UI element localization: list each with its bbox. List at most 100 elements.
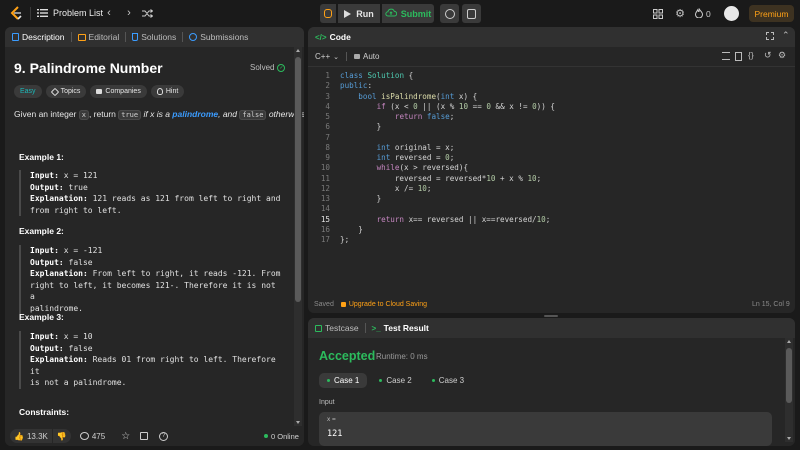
hint-label: Hint [165,88,179,95]
description-scrollbar[interactable] [294,47,302,426]
statement-text-4: , and [218,109,240,119]
upgrade-label: Upgrade to Cloud Saving [348,300,428,308]
scrollbar-up-arrow[interactable] [787,340,791,343]
submit-button[interactable]: Submit [382,4,434,23]
example-2-block: Input: x = -121 Output: false Explanatio… [19,245,281,314]
explanation-text: palindrome. [30,303,83,313]
output-label: Output: [30,182,64,192]
tab-testcase[interactable]: Testcase [315,323,359,333]
scrollbar-thumb[interactable] [786,348,792,403]
like-button[interactable]: 👍 13.3K [10,429,52,443]
thumbs-up-icon: 👍 [14,431,24,441]
input-section-label: Input [319,399,335,406]
output-label: Output: [30,343,64,353]
history-icon [189,33,198,41]
comments-button[interactable]: 475 [79,431,106,441]
topics-chip[interactable]: Topics [45,85,87,98]
reset-icon[interactable]: ↺ [764,50,772,61]
tab-test-result[interactable]: >_ Test Result [372,323,429,333]
chevron-up-icon[interactable]: ⌃ [782,30,790,41]
code-editor[interactable]: 1 class Solution { 2 public: 3 bool isPali… [308,71,795,294]
input-label: Input: [30,332,59,341]
panel-resize-handle[interactable] [544,315,558,317]
line-number: 1 [325,71,330,80]
comment-count: 475 [91,431,106,441]
companies-chip[interactable]: Companies [90,85,147,98]
code-line: 11 reversed = reversed*10 + x % 10; [308,174,795,184]
streak-counter[interactable]: 0 [694,8,711,20]
case-tab-3[interactable]: Case 3 [424,373,472,388]
auto-mode-toggle[interactable]: Auto [354,52,379,61]
scrollbar-up-arrow[interactable] [296,49,300,52]
code-line: 10 while(x > reversed){ [308,163,795,173]
line-number: 6 [325,122,330,132]
explanation-label: Explanation: [30,269,88,278]
language-select[interactable]: C++ ⌄ [315,52,339,61]
lightbulb-icon [156,88,163,95]
palindrome-link[interactable]: palindrome [172,109,218,119]
editor-status-bar: Saved Upgrade to Cloud Saving Ln 15, Col… [308,297,795,311]
problem-list-icon[interactable] [36,7,48,19]
premium-button[interactable]: Premium [749,5,794,22]
lock-icon [354,54,360,59]
tab-description[interactable]: Description [12,32,65,42]
terminal-icon: >_ [371,323,381,333]
line-number: 2 [325,81,330,91]
settings-gear-icon[interactable]: ⚙ [674,7,686,20]
dislike-button[interactable]: 👎 [52,429,71,443]
line-number: 10 [320,163,330,173]
tab-editorial[interactable]: Editorial [77,32,120,42]
scrollbar-down-arrow[interactable] [296,421,300,424]
bug-icon [324,9,332,18]
hint-chip[interactable]: Hint [150,85,185,98]
user-avatar[interactable] [724,6,739,21]
code-brackets-icon: </> [315,32,327,42]
debug-button[interactable] [320,4,336,23]
line-number: 3 [325,91,330,101]
prev-problem-chevron-left-icon[interactable]: ‹ [103,6,115,20]
leetcode-logo[interactable] [9,6,23,21]
case-tab-2[interactable]: Case 2 [371,373,419,388]
scrollbar-down-arrow[interactable] [787,437,791,440]
tab-submissions[interactable]: Submissions [189,32,248,42]
top-bar: Problem List ‹ › Run Submit ⚙ 0 Premium [0,0,800,27]
status-dot-icon [379,379,383,382]
help-icon[interactable]: ? [159,431,169,441]
result-scrollbar[interactable] [785,338,793,442]
scrollbar-thumb[interactable] [295,57,301,302]
example-2-title: Example 2: [19,226,64,236]
timer-button[interactable] [440,4,459,23]
run-button[interactable]: Run [338,4,380,23]
saved-label: Saved [314,300,334,308]
cursor-position: Ln 15, Col 9 [752,300,790,308]
tab-solutions-label: Solutions [141,32,177,42]
layout-grid-icon[interactable] [652,8,663,19]
solved-status: Solved ✓ [250,63,286,72]
upgrade-cloud-link[interactable]: Upgrade to Cloud Saving [340,300,428,308]
auto-label: Auto [363,52,380,61]
notes-button[interactable] [462,4,481,23]
statement-text-3: if x is a [141,109,173,119]
format-align-icon[interactable] [722,52,730,60]
code-line: 7 [308,133,795,143]
problem-list-link[interactable]: Problem List [53,8,103,18]
comment-icon [79,432,89,440]
tab-solutions[interactable]: Solutions [132,32,176,42]
note-icon [467,8,476,19]
code-line: 9 int reversed = 0; [308,153,795,163]
code-line: 8 int original = x; [308,143,795,153]
maximize-icon[interactable] [766,32,774,40]
tab-editorial-label: Editorial [88,32,120,42]
bookmark-icon[interactable] [735,52,742,61]
shuffle-icon[interactable] [141,7,153,19]
settings-icon[interactable]: ⚙ [778,50,786,61]
lock-icon [96,89,103,94]
braces-icon[interactable]: {} [748,50,754,60]
star-icon[interactable]: ☆ [121,431,130,442]
share-icon[interactable] [140,432,149,440]
next-problem-chevron-right-icon[interactable]: › [123,6,135,20]
case-tab-1[interactable]: Case 1 [319,373,368,388]
case-tab-label: Case 2 [386,376,412,385]
submit-label: Submit [400,8,432,19]
case-tab-label: Case 3 [438,376,465,385]
